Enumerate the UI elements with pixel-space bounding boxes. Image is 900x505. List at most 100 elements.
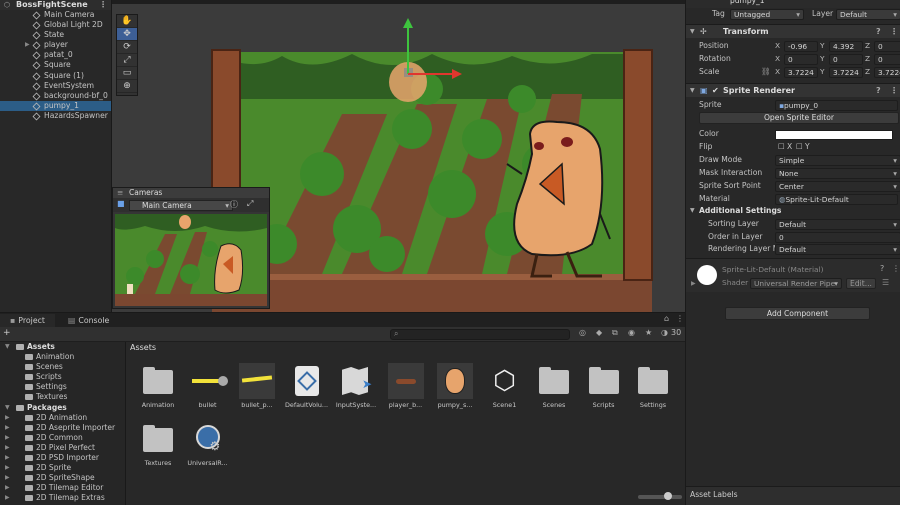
zoom-slider[interactable]	[638, 492, 682, 500]
rendering-layer-dropdown[interactable]: Default	[775, 244, 900, 255]
camera-select[interactable]: Main Camera	[129, 200, 233, 211]
rotation-y-input[interactable]: 0	[829, 54, 863, 65]
expand-arrow-icon[interactable]: ▶	[5, 443, 10, 453]
expand-arrow-icon[interactable]: ▼	[5, 342, 10, 352]
sorting-layer-dropdown[interactable]: Default	[775, 219, 900, 230]
info-icon[interactable]: ⓘ	[230, 199, 238, 210]
expand-arrow-icon[interactable]: ▶	[691, 280, 696, 287]
hierarchy-item[interactable]: Square	[0, 60, 111, 70]
enabled-checkbox[interactable]: ✔	[712, 84, 719, 98]
collapse-arrow-icon[interactable]: ▼	[690, 25, 695, 39]
tree-package-item[interactable]: ▶ 2D Aseprite Importer	[0, 423, 125, 433]
hierarchy-item[interactable]: State	[0, 30, 111, 40]
component-menu-icon[interactable]: ⋮	[890, 84, 898, 98]
hierarchy-item[interactable]: ▶ player	[0, 40, 111, 50]
rotate-tool-icon[interactable]: ⟳	[117, 41, 137, 54]
hierarchy-item[interactable]: patat_0	[0, 50, 111, 60]
tree-folder-item[interactable]: Settings	[0, 382, 125, 392]
asset-item[interactable]: Textures	[131, 421, 185, 467]
tree-package-item[interactable]: ▶ 2D PSD Importer	[0, 453, 125, 463]
scale-x-input[interactable]: 3.7224	[784, 67, 818, 78]
sprite-renderer-header[interactable]: ▼ ▣ ✔ Sprite Renderer ? ⋮	[686, 83, 900, 97]
search-filter-icon[interactable]: ◉	[628, 328, 635, 337]
add-component-button[interactable]: Add Component	[725, 307, 870, 320]
asset-item[interactable]: ⬡ Scene1	[478, 363, 532, 409]
favorite-star-icon[interactable]: ★	[645, 328, 652, 337]
asset-item[interactable]: Scripts	[577, 363, 631, 409]
scale-y-input[interactable]: 3.7224	[829, 67, 863, 78]
transform-header[interactable]: ▼ ✢ Transform ? ⋮	[686, 24, 900, 38]
help-icon[interactable]: ?	[876, 84, 881, 98]
expand-arrow-icon[interactable]: ▶	[5, 413, 10, 423]
position-y-input[interactable]: 4.392	[829, 41, 863, 52]
asset-item[interactable]: bullet	[181, 363, 235, 409]
search-by-label-icon[interactable]: ◆	[596, 328, 602, 337]
order-in-layer-input[interactable]: 0	[775, 232, 900, 243]
tree-package-item[interactable]: ▶ 2D Animation	[0, 413, 125, 423]
tab-console[interactable]: ▤ Console	[58, 314, 119, 327]
asset-item[interactable]: Scenes	[527, 363, 581, 409]
scale-z-input[interactable]: 3.7224	[874, 67, 900, 78]
asset-item[interactable]: DefaultVolu...	[280, 363, 334, 409]
add-icon[interactable]: +	[3, 328, 11, 338]
expand-arrow-icon[interactable]: ▶	[5, 473, 10, 483]
asset-item[interactable]: player_b...	[379, 363, 433, 409]
material-field[interactable]: ◍Sprite-Lit-Default	[775, 194, 898, 205]
hand-tool-icon[interactable]: ✋	[117, 15, 137, 28]
shader-list-icon[interactable]: ☰	[882, 278, 889, 287]
draw-mode-dropdown[interactable]: Simple	[775, 155, 900, 166]
tree-folder-item[interactable]: Scenes	[0, 362, 125, 372]
expand-arrow-icon[interactable]: ▶	[5, 493, 10, 503]
hierarchy-item[interactable]: pumpy_1	[0, 100, 111, 111]
shader-dropdown[interactable]: Universal Render Pipe	[750, 278, 842, 289]
rect-tool-icon[interactable]: ▭	[117, 67, 137, 80]
transform-tool-icon[interactable]: ⊕	[117, 80, 137, 93]
tree-package-item[interactable]: ▶ 2D Sprite	[0, 463, 125, 473]
layer-dropdown[interactable]: Default	[836, 9, 900, 20]
component-menu-icon[interactable]: ⋮	[890, 25, 898, 39]
expand-arrow-icon[interactable]: ▼	[5, 403, 10, 413]
position-x-input[interactable]: -0.96	[784, 41, 818, 52]
tree-packages-root[interactable]: ▼ Packages	[0, 403, 125, 413]
scale-tool-icon[interactable]: ⤢	[117, 54, 137, 67]
expand-arrow-icon[interactable]: ▶	[5, 453, 10, 463]
tree-package-item[interactable]: ▶ 2D Tilemap Editor	[0, 483, 125, 493]
tree-package-item[interactable]: ▶ 2D Pixel Perfect	[0, 443, 125, 453]
tree-folder-item[interactable]: Animation	[0, 352, 125, 362]
color-swatch[interactable]	[775, 130, 893, 140]
object-name[interactable]: pumpy_1	[730, 0, 765, 5]
asset-item[interactable]: Animation	[131, 363, 185, 409]
asset-item[interactable]: ➤ InputSyste...	[329, 363, 383, 409]
asset-item[interactable]: pumpy_s...	[428, 363, 482, 409]
hierarchy-item[interactable]: Main Camera	[0, 10, 111, 20]
sprite-field[interactable]: ▪pumpy_0	[775, 100, 898, 111]
asset-labels-bar[interactable]: Asset Labels	[686, 486, 900, 505]
material-menu-icon[interactable]: ⋮	[892, 264, 900, 273]
tree-folder-item[interactable]: Textures	[0, 392, 125, 402]
lock-icon[interactable]: ⌂	[664, 314, 669, 323]
rotation-z-input[interactable]: 0	[874, 54, 900, 65]
cameras-overlay[interactable]: ≡ Cameras ■ Main Camera ⓘ ⤢	[112, 187, 270, 309]
help-icon[interactable]: ?	[876, 25, 881, 39]
tag-dropdown[interactable]: Untagged	[730, 9, 804, 20]
help-icon[interactable]: ?	[880, 264, 884, 273]
sprite-sort-point-dropdown[interactable]: Center	[775, 181, 900, 192]
open-sprite-editor-button[interactable]: Open Sprite Editor	[699, 112, 899, 124]
mask-interaction-dropdown[interactable]: None	[775, 168, 900, 179]
hierarchy-item[interactable]: Square (1)	[0, 71, 111, 81]
expand-arrow-icon[interactable]: ▶	[25, 40, 30, 50]
expand-arrow-icon[interactable]: ▶	[5, 433, 10, 443]
hierarchy-item[interactable]: Global Light 2D	[0, 20, 111, 30]
hierarchy-item[interactable]: EventSystem	[0, 81, 111, 91]
zoom-slider-handle[interactable]	[664, 492, 672, 500]
tag-icon[interactable]: ⧉	[612, 328, 618, 338]
search-by-type-icon[interactable]: ◎	[579, 328, 586, 337]
position-z-input[interactable]: 0	[874, 41, 900, 52]
project-search-input[interactable]: ⌕	[390, 329, 570, 340]
tree-package-item[interactable]: ▶ 2D Common	[0, 433, 125, 443]
expand-arrow-icon[interactable]: ▶	[5, 423, 10, 433]
panel-menu-icon[interactable]: ⋮	[676, 314, 684, 323]
constrain-proportions-icon[interactable]: ⛓	[761, 66, 771, 78]
rotation-x-input[interactable]: 0	[784, 54, 818, 65]
expand-arrow-icon[interactable]: ▶	[5, 483, 10, 493]
